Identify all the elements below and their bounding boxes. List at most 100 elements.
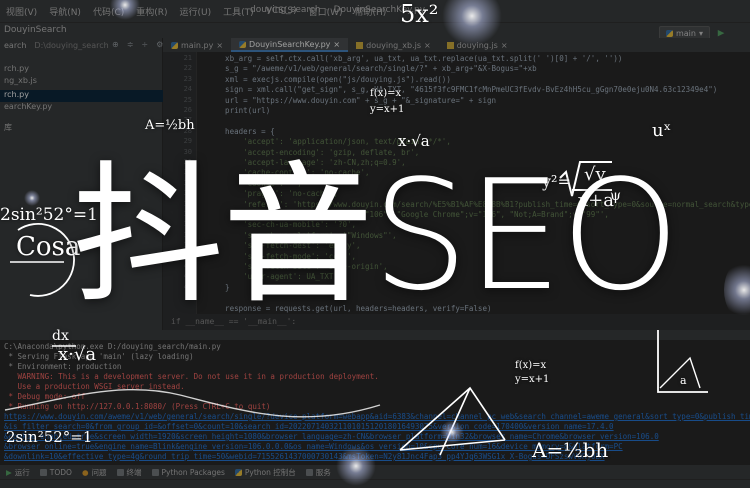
- nav-toolbar: DouyinSearch: [0, 22, 750, 38]
- tool-run[interactable]: ▶ 运行: [6, 467, 30, 478]
- console-link[interactable]: &is_filter_search=0&from_group_id=&offse…: [4, 422, 614, 431]
- line-number: 37: [183, 220, 192, 229]
- code-line[interactable]: 'pragma': 'no-cache',: [207, 189, 338, 198]
- code-line[interactable]: xb_arg = self.ctx.call('xb_arg', ua_txt,…: [207, 54, 622, 63]
- code-line[interactable]: 'sec-fetch-site': 'same-origin',: [207, 262, 388, 271]
- menu-item-code[interactable]: 代码(C): [87, 5, 130, 18]
- console-line: * Debug mode: off: [4, 392, 86, 401]
- list-icon: [39, 468, 47, 476]
- line-number: 33: [183, 178, 192, 187]
- python-icon: [171, 41, 178, 49]
- code-line[interactable]: 'accept-encoding': 'gzip, deflate, br',: [207, 148, 419, 157]
- code-line[interactable]: response = requests.get(url, headers=hea…: [207, 304, 491, 313]
- close-icon[interactable]: ×: [216, 41, 223, 50]
- tab-douyinsearchkey[interactable]: DouyinSearchKey.py ×: [231, 38, 349, 52]
- warning-icon: ●: [81, 467, 89, 477]
- console-line: * Environment: production: [4, 362, 122, 371]
- code-line[interactable]: 'user-agent': UA_TXT: [207, 272, 333, 281]
- console-link[interactable]: &browser_online=true&engine_name=Blink&e…: [4, 442, 623, 451]
- tool-label: 终端: [126, 467, 142, 477]
- tool-python-console[interactable]: Python 控制台: [234, 467, 296, 478]
- tree-item[interactable]: rch.py: [0, 64, 29, 76]
- line-gutter: 21 22 23 24 25 26 27 28 29 30 31 32 33 34 35 36 37 38 39 40…: [163, 52, 197, 314]
- breadcrumb[interactable]: DouyinSearch: [4, 25, 67, 35]
- editor-footer: if __name__ == '__main__':: [163, 314, 750, 330]
- menu-item-refactor[interactable]: 重构(R): [130, 5, 173, 18]
- tool-label: Python 控制台: [244, 467, 296, 477]
- close-icon[interactable]: ×: [333, 40, 340, 49]
- tool-label: 服务: [315, 467, 331, 477]
- code-area[interactable]: xb_arg = self.ctx.call('xb_arg', ua_txt,…: [207, 52, 750, 323]
- code-line[interactable]: 'accept': 'application/json, text/plain,…: [207, 137, 451, 146]
- code-line[interactable]: headers = {: [207, 127, 275, 136]
- line-number: 35: [183, 199, 192, 208]
- tool-todo[interactable]: TODO: [39, 467, 72, 477]
- tool-problems[interactable]: ● 问题: [82, 467, 107, 478]
- tab-label: main.py: [181, 40, 214, 50]
- terminal-icon: [116, 468, 124, 476]
- line-number: 22: [183, 64, 192, 73]
- code-line[interactable]: }: [207, 283, 230, 292]
- close-icon[interactable]: ×: [501, 41, 508, 50]
- code-line[interactable]: 'sec-ch-ua': '"Chromium";v="106", "Googl…: [207, 210, 609, 219]
- tree-item-selected[interactable]: rch.py: [0, 90, 163, 102]
- collapse-icon[interactable]: ≑: [127, 40, 134, 49]
- tool-label: TODO: [49, 467, 72, 477]
- code-editor[interactable]: 21 22 23 24 25 26 27 28 29 30 31 32 33 34 35 36 37 38 39 40…: [163, 52, 750, 323]
- line-number: 28: [183, 126, 192, 135]
- code-line[interactable]: print(url): [207, 106, 270, 115]
- console-link[interactable]: https://www.douyin.com/aweme/v1/web/gene…: [4, 412, 750, 421]
- expand-icon[interactable]: ÷: [141, 40, 148, 49]
- tab-main[interactable]: main.py ×: [163, 38, 231, 52]
- code-line[interactable]: 'sec-ch-ua-mobile': '?0',: [207, 220, 356, 229]
- console-line: Use a production WSGI server instead.: [4, 382, 185, 391]
- tool-label: 问题: [91, 467, 107, 477]
- python-icon: [234, 468, 242, 476]
- close-icon[interactable]: ×: [424, 41, 431, 50]
- run-console[interactable]: C:\Anaconda\python.exe D:/douying_search…: [0, 340, 750, 465]
- console-link[interactable]: &downlink=10&effective_type=4g&round_tri…: [4, 452, 605, 461]
- line-number: 34: [183, 189, 192, 198]
- code-line[interactable]: 'accept-language': 'zh-CN,zh;q=0.9',: [207, 158, 406, 167]
- tool-terminal[interactable]: 终端: [116, 467, 142, 478]
- tool-services[interactable]: 服务: [305, 467, 331, 478]
- services-icon: [305, 468, 313, 476]
- tool-python-packages[interactable]: Python Packages: [151, 467, 225, 477]
- globe-icon[interactable]: ⊕: [112, 40, 119, 49]
- code-line[interactable]: xml = execjs.compile(open("js/douying.js…: [207, 75, 451, 84]
- tab-douying-xb[interactable]: douying_xb.js ×: [348, 38, 439, 52]
- code-line[interactable]: 'referer': 'https://www.douyin.com/searc…: [207, 200, 750, 209]
- code-line[interactable]: sign = xml.call("get_sign", s_g, UA_TXT,…: [207, 85, 717, 94]
- code-line[interactable]: s_g = "/aweme/v1/web/general/search/sing…: [207, 64, 537, 73]
- line-number: 43: [183, 282, 192, 291]
- function-breadcrumb[interactable]: if __name__ == '__main__':: [171, 317, 296, 326]
- tab-douying[interactable]: douying.js ×: [439, 38, 516, 52]
- ide-window: 视图(V) 导航(N) 代码(C) 重构(R) 运行(U) 工具(T) VCS(…: [0, 0, 750, 488]
- console-line[interactable]: * Running on http://127.0.0.1:8080/ (Pre…: [4, 402, 271, 411]
- tree-item[interactable]: ng_xb.js: [0, 76, 37, 88]
- run-icon: ▶: [6, 467, 12, 477]
- tool-label: Python Packages: [161, 467, 225, 477]
- code-line[interactable]: 'cache-control': 'no-cache',: [207, 168, 369, 177]
- menu-item-navigate[interactable]: 导航(N): [43, 5, 87, 18]
- line-number: 32: [183, 168, 192, 177]
- code-line[interactable]: 'sec-fetch-mode': 'cors',: [207, 252, 356, 261]
- tab-label: douying_xb.js: [366, 40, 422, 50]
- tree-item-libraries[interactable]: 库: [0, 122, 12, 134]
- tab-label: douying.js: [456, 40, 498, 50]
- code-line[interactable]: 'cookie': '',: [207, 179, 302, 188]
- console-link[interactable]: &cookie_enabled=true&screen_width=1920&s…: [4, 432, 659, 441]
- code-line[interactable]: 'sec-fetch-dest': 'empty',: [207, 241, 360, 250]
- project-root[interactable]: earch: [4, 41, 26, 50]
- python-icon: [665, 29, 673, 37]
- menu-item-run[interactable]: 运行(U): [174, 5, 218, 18]
- line-number: 27: [183, 116, 192, 125]
- code-line[interactable]: url = "https://www.douyin.com" + s_g + "…: [207, 96, 496, 105]
- line-number: 31: [183, 158, 192, 166]
- code-line[interactable]: 'sec-ch-ua-platform': '"Windows"',: [207, 231, 397, 240]
- line-number: 23: [183, 74, 192, 83]
- tree-item[interactable]: earchKey.py: [0, 102, 52, 114]
- tool-label: 运行: [14, 467, 30, 477]
- console-line: WARNING: This is a development server. D…: [4, 372, 379, 381]
- menu-item-view[interactable]: 视图(V): [0, 5, 43, 18]
